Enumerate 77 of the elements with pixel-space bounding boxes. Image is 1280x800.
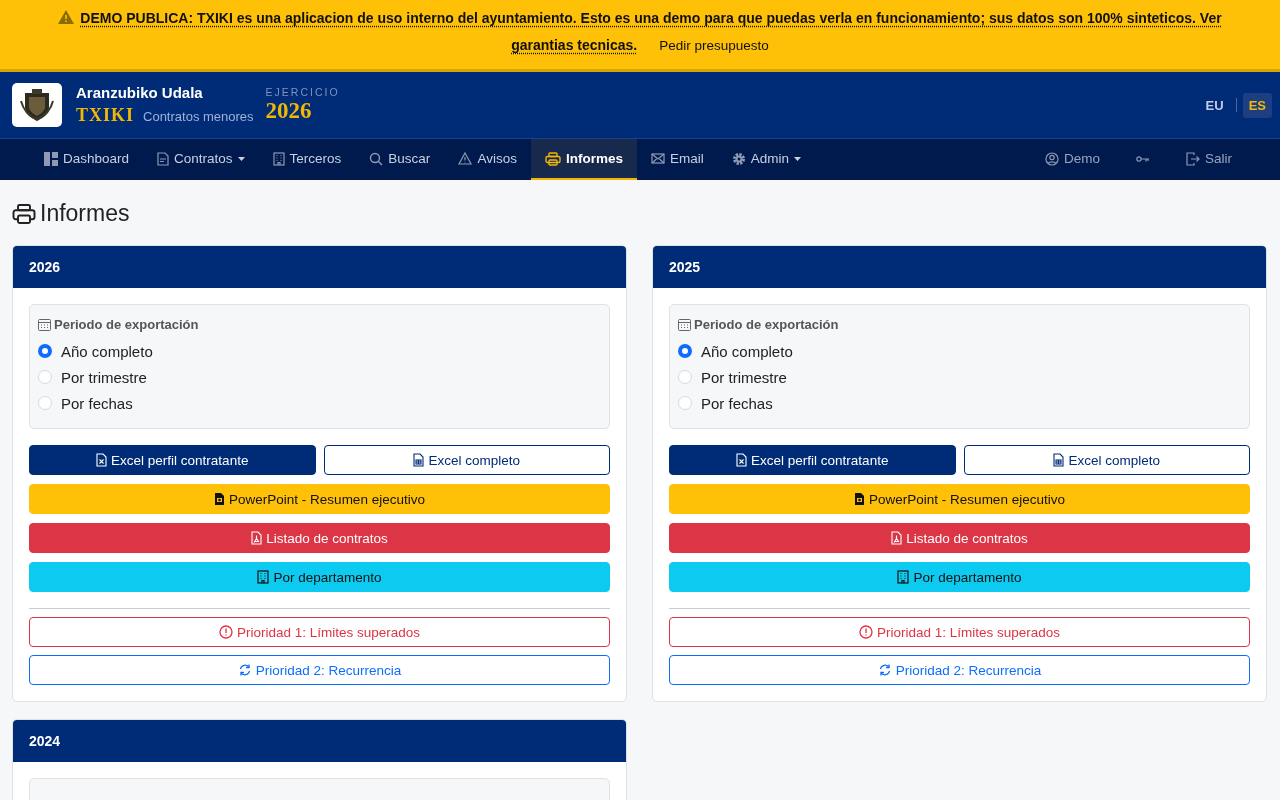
slides-icon — [214, 492, 226, 506]
document-icon — [157, 151, 170, 166]
radio-option[interactable]: Por fechas — [678, 390, 1241, 416]
printer-icon — [544, 151, 561, 166]
alert-icon — [858, 625, 873, 639]
radio-option[interactable]: Por trimestre — [678, 364, 1241, 390]
language-button[interactable]: ES — [1242, 92, 1272, 118]
pdf-icon — [891, 531, 903, 545]
quote-request-link[interactable]: Pedir presupuesto — [659, 38, 769, 53]
card-title: 2026 — [29, 259, 61, 275]
priority-button[interactable]: Prioridad 1: Límites superados — [29, 617, 610, 647]
refresh-icon — [237, 663, 252, 677]
spreadsheet-icon — [1053, 453, 1065, 467]
radio-button[interactable] — [38, 344, 52, 358]
refresh-icon — [877, 663, 892, 677]
radio-option[interactable]: Año completo — [678, 338, 1241, 364]
radio-option[interactable]: Por trimestre — [38, 364, 601, 390]
dashboard-icon — [44, 151, 58, 166]
calendar-icon — [678, 318, 691, 331]
building-icon — [897, 570, 910, 584]
nav-tab[interactable]: Email — [636, 139, 718, 180]
nav-tab[interactable]: Terceros — [258, 139, 356, 180]
year-label: EJERCICIO — [265, 86, 340, 98]
radio-option[interactable]: Año completo — [38, 338, 601, 364]
card-title: 2025 — [669, 259, 701, 275]
spreadsheet-icon — [413, 453, 425, 467]
export-button[interactable]: Excel completo — [323, 445, 610, 475]
export-button[interactable]: PowerPoint - Resumen ejecutivo — [669, 484, 1250, 514]
nav-tab[interactable]: Dashboard — [30, 139, 144, 180]
organization-name: Aranzubiko Udala — [76, 84, 204, 101]
fiscal-year[interactable]: 2026 — [265, 98, 340, 124]
export-button[interactable]: Listado de contratos — [29, 523, 610, 553]
settings-icon — [731, 151, 746, 166]
warning-icon — [58, 10, 75, 24]
export-button[interactable]: Excel completo — [963, 445, 1250, 475]
printer-icon — [12, 202, 36, 225]
nav-tab[interactable]: Contratos — [143, 139, 259, 180]
app-subtitle: Contratos menores — [143, 109, 254, 124]
language-button[interactable]: EU — [1199, 92, 1230, 118]
period-label: Periodo de exportación — [54, 317, 199, 332]
spreadsheet-icon — [96, 453, 108, 467]
crest-icon — [19, 87, 55, 123]
slides-icon — [854, 492, 866, 506]
radio-button[interactable] — [678, 344, 692, 358]
nav-tab[interactable]: Informes — [530, 139, 637, 180]
spreadsheet-icon — [736, 453, 748, 467]
user-icon — [1044, 151, 1059, 166]
export-button[interactable]: Listado de contratos — [669, 523, 1250, 553]
nav-link[interactable]: Salir — [1168, 139, 1250, 180]
mail-icon — [650, 153, 665, 164]
priority-button[interactable]: Prioridad 1: Límites superados — [669, 617, 1250, 647]
search-icon — [369, 151, 384, 166]
building-icon — [272, 151, 285, 166]
building-icon — [257, 570, 270, 584]
warning-icon — [458, 152, 473, 165]
export-button[interactable]: Por departamento — [29, 562, 610, 592]
radio-option[interactable]: Por fechas — [38, 390, 601, 416]
nav-tab[interactable]: Admin — [717, 139, 815, 180]
demo-notice: DEMO PUBLICA: TXIKI es una aplicacion de uso interno del ayuntamiento. Esto es una demo para que puedas verla en funcionamiento; sus datos son 100% sinteticos. Ver garantias tecnicas. Pedir presupuesto — [40, 5, 1240, 59]
export-button[interactable]: PowerPoint - Resumen ejecutivo — [29, 484, 610, 514]
period-label: Periodo de exportación — [694, 317, 839, 332]
export-button[interactable]: Excel perfil contratante — [669, 445, 956, 475]
export-button[interactable]: Excel perfil contratante — [29, 445, 316, 475]
key-icon — [1136, 154, 1150, 163]
logout-icon — [1186, 151, 1200, 166]
page-title: Informes — [40, 200, 130, 227]
pdf-icon — [251, 531, 263, 545]
nav-tab[interactable]: Buscar — [355, 139, 445, 180]
card-title: 2024 — [29, 733, 61, 749]
priority-button[interactable]: Prioridad 2: Recurrencia — [29, 655, 610, 685]
alert-icon — [218, 625, 233, 639]
export-button[interactable]: Por departamento — [669, 562, 1250, 592]
priority-button[interactable]: Prioridad 2: Recurrencia — [669, 655, 1250, 685]
calendar-icon — [38, 318, 51, 331]
nav-tab[interactable]: Avisos — [444, 139, 531, 180]
app-name: TXIKI — [76, 105, 134, 126]
nav-link[interactable]: Demo — [1026, 139, 1118, 180]
